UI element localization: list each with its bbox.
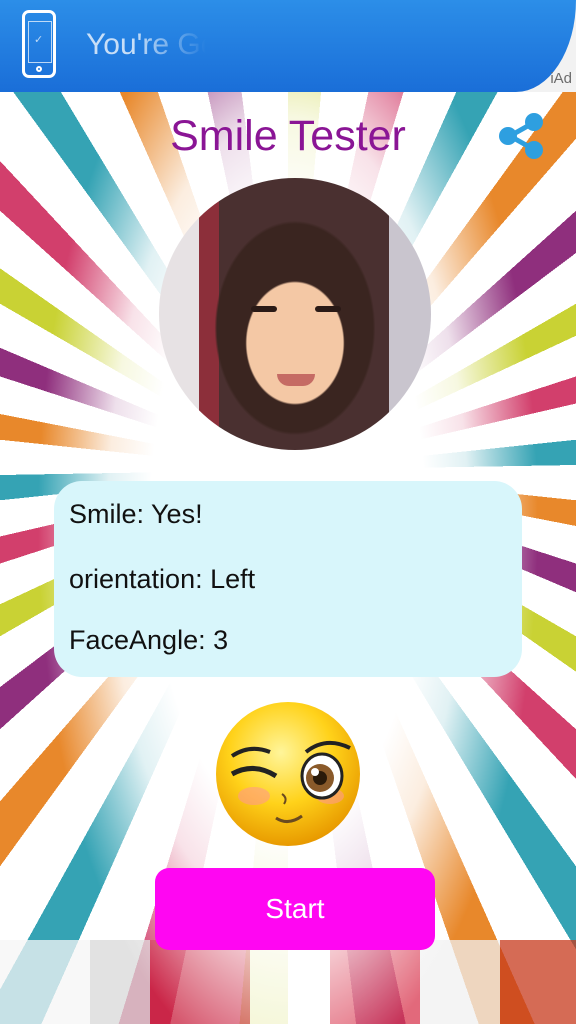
share-icon xyxy=(499,113,543,159)
face-angle-result: FaceAngle: 3 xyxy=(69,625,229,655)
start-button[interactable]: Start xyxy=(155,868,435,950)
photo-mouth xyxy=(277,374,315,386)
results-panel: Smile: Yes! orientation: Left FaceAngle:… xyxy=(54,481,522,677)
iad-label: iAd xyxy=(550,70,572,87)
app-title: Smile Tester xyxy=(170,112,406,160)
ad-text: You're Go xyxy=(86,28,206,61)
phone-icon: ✓ xyxy=(22,10,56,78)
face-photo xyxy=(159,178,431,450)
orientation-result: orientation: Left xyxy=(69,564,256,594)
photo-left-eye xyxy=(251,306,277,312)
iad-banner[interactable]: ✓ You're Go xyxy=(0,0,576,92)
photo-right-eye xyxy=(315,306,341,312)
winking-emoji-icon xyxy=(214,700,362,848)
share-button[interactable] xyxy=(496,111,546,161)
smile-result: Smile: Yes! xyxy=(69,499,203,529)
